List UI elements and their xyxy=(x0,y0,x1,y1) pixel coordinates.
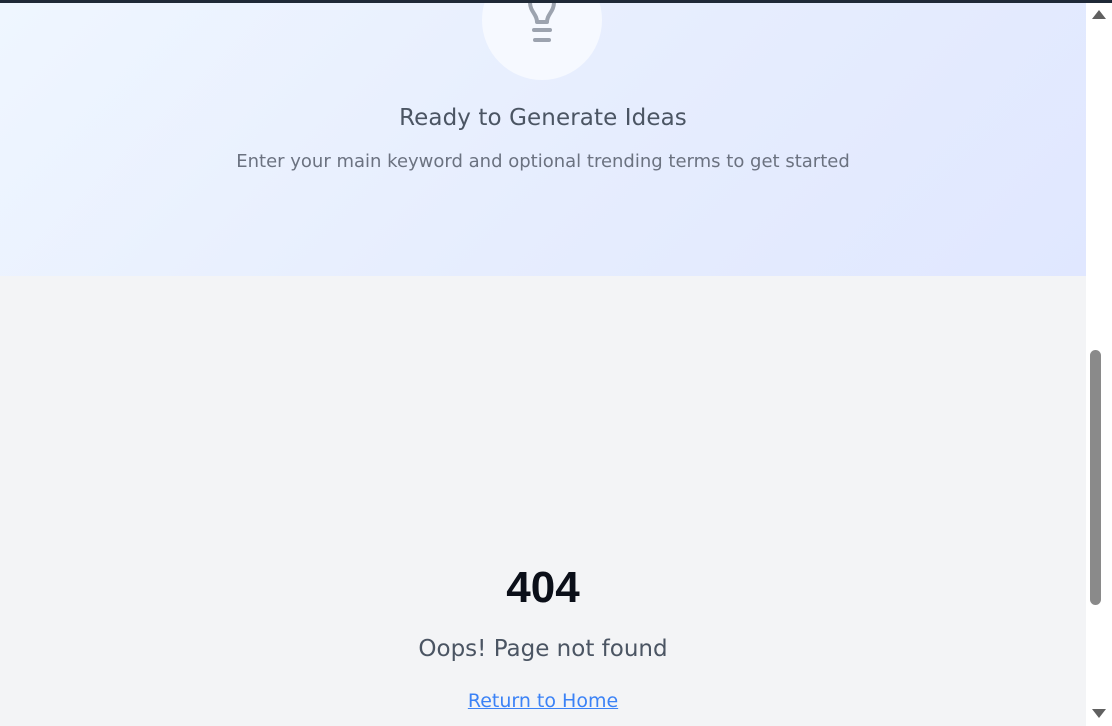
triangle-down-icon[interactable] xyxy=(1089,706,1109,722)
lightbulb-icon xyxy=(528,3,556,42)
return-home-container: Return to Home xyxy=(0,690,1086,712)
triangle-up-icon[interactable] xyxy=(1089,6,1109,22)
error-code: 404 xyxy=(506,563,580,612)
vertical-scrollbar[interactable] xyxy=(1086,3,1112,726)
return-home-link[interactable]: Return to Home xyxy=(468,690,618,712)
scrollbar-thumb[interactable] xyxy=(1090,350,1101,605)
page-viewport: Ready to Generate Ideas Enter your main … xyxy=(0,3,1086,726)
empty-state-title: Ready to Generate Ideas xyxy=(399,105,687,131)
error-message: Oops! Page not found xyxy=(418,636,668,662)
lightbulb-badge xyxy=(482,3,602,80)
empty-state-panel: Ready to Generate Ideas Enter your main … xyxy=(0,3,1086,276)
empty-state-subtitle: Enter your main keyword and optional tre… xyxy=(236,151,850,172)
